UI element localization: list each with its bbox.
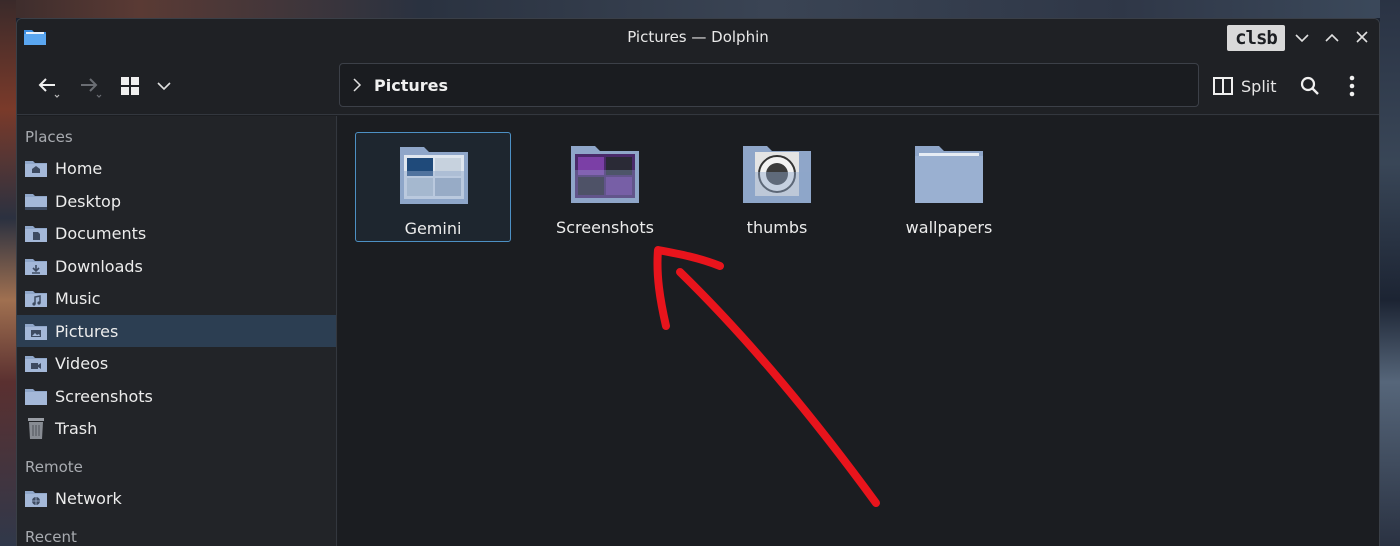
view-mode-dropdown[interactable] bbox=[149, 71, 179, 101]
sidebar-item-label: Trash bbox=[55, 418, 98, 438]
sidebar-item-desktop[interactable]: Desktop bbox=[17, 185, 336, 217]
folder-icon bbox=[743, 146, 811, 203]
documents-folder-icon bbox=[23, 222, 49, 244]
sidebar-item-documents[interactable]: Documents bbox=[17, 217, 336, 249]
sidebar-item-label: Music bbox=[55, 288, 101, 308]
grid-icon bbox=[121, 77, 139, 95]
window-title: Pictures — Dolphin bbox=[627, 28, 769, 46]
file-view[interactable]: Gemini Screenshots thumbs wallpapers bbox=[338, 116, 1379, 546]
sidebar-item-label: Documents bbox=[55, 223, 147, 243]
desktop-wallpaper-top bbox=[0, 0, 1400, 18]
sidebar-item-label: Screenshots bbox=[55, 386, 153, 406]
folder-name: thumbs bbox=[746, 218, 808, 237]
folder-item-screenshots[interactable]: Screenshots bbox=[527, 132, 683, 242]
chevron-down-icon bbox=[1295, 34, 1309, 43]
sidebar-item-screenshots[interactable]: Screenshots bbox=[17, 380, 336, 412]
arrow-right-icon bbox=[81, 78, 102, 98]
remote-heading: Remote bbox=[25, 458, 83, 476]
close-icon bbox=[1356, 31, 1368, 43]
videos-folder-icon bbox=[23, 352, 49, 374]
sidebar-item-label: Home bbox=[55, 158, 103, 178]
pictures-folder-icon bbox=[23, 320, 49, 342]
sidebar-item-music[interactable]: Music bbox=[17, 282, 336, 314]
folder-icon bbox=[571, 146, 639, 203]
sidebar-item-downloads[interactable]: Downloads bbox=[17, 250, 336, 282]
chevron-down-icon bbox=[157, 82, 171, 91]
sidebar-item-label: Network bbox=[55, 488, 122, 508]
dolphin-window: Pictures — Dolphin clsb Pictures Split P… bbox=[16, 18, 1380, 546]
folder-item-thumbs[interactable]: thumbs bbox=[699, 132, 855, 242]
trash-icon bbox=[23, 417, 49, 439]
desktop-folder-icon bbox=[23, 190, 49, 212]
folder-item-gemini[interactable]: Gemini bbox=[355, 132, 511, 242]
sidebar-item-network[interactable]: Network bbox=[17, 482, 336, 514]
chevron-up-icon bbox=[1325, 33, 1339, 42]
folder-name: Screenshots bbox=[556, 218, 654, 237]
split-view-icon bbox=[1213, 77, 1233, 95]
title-bar[interactable]: Pictures — Dolphin clsb bbox=[17, 19, 1379, 57]
split-label: Split bbox=[1241, 76, 1277, 96]
music-folder-icon bbox=[23, 287, 49, 309]
desktop-wallpaper-right bbox=[1380, 0, 1400, 546]
arrow-left-icon bbox=[38, 78, 60, 98]
maximize-button[interactable] bbox=[1321, 27, 1343, 49]
recent-heading: Recent bbox=[25, 528, 77, 546]
sidebar-item-label: Pictures bbox=[55, 321, 119, 341]
search-icon bbox=[1300, 76, 1319, 95]
breadcrumb-current[interactable]: Pictures bbox=[374, 76, 448, 95]
forward-button[interactable] bbox=[75, 71, 105, 101]
desktop-wallpaper-left bbox=[0, 0, 16, 546]
back-button[interactable] bbox=[33, 71, 63, 101]
kebab-menu-icon bbox=[1349, 75, 1355, 97]
downloads-folder-icon bbox=[23, 255, 49, 277]
sidebar-item-label: Videos bbox=[55, 353, 109, 373]
minimize-button[interactable] bbox=[1291, 27, 1313, 49]
folder-icon bbox=[915, 146, 983, 203]
folder-name: Gemini bbox=[404, 219, 462, 238]
location-bar[interactable]: Pictures bbox=[339, 63, 1199, 107]
sidebar-item-trash[interactable]: Trash bbox=[17, 412, 336, 444]
sidebar-item-label: Desktop bbox=[55, 191, 121, 211]
folder-icon bbox=[23, 385, 49, 407]
view-mode-button[interactable] bbox=[115, 71, 145, 101]
places-heading: Places bbox=[25, 128, 73, 146]
close-button[interactable] bbox=[1351, 27, 1373, 49]
sidebar-item-home[interactable]: Home bbox=[17, 152, 336, 184]
chevron-right-icon[interactable] bbox=[352, 78, 362, 92]
folder-item-wallpapers[interactable]: wallpapers bbox=[871, 132, 1027, 242]
home-folder-icon bbox=[23, 157, 49, 179]
brand-logo: clsb bbox=[1227, 25, 1285, 51]
sidebar-item-videos[interactable]: Videos bbox=[17, 347, 336, 379]
menu-button[interactable] bbox=[1337, 71, 1367, 101]
folder-name: wallpapers bbox=[905, 218, 993, 237]
split-button[interactable]: Split bbox=[1213, 71, 1283, 101]
network-folder-icon bbox=[23, 487, 49, 509]
folder-icon bbox=[400, 147, 468, 204]
sidebar-item-label: Downloads bbox=[55, 256, 143, 276]
sidebar-item-pictures[interactable]: Pictures bbox=[17, 315, 336, 347]
places-panel: Places Home Desktop Documents Downloads bbox=[17, 116, 337, 546]
search-button[interactable] bbox=[1295, 71, 1325, 101]
main-toolbar: Pictures Split bbox=[17, 57, 1379, 115]
